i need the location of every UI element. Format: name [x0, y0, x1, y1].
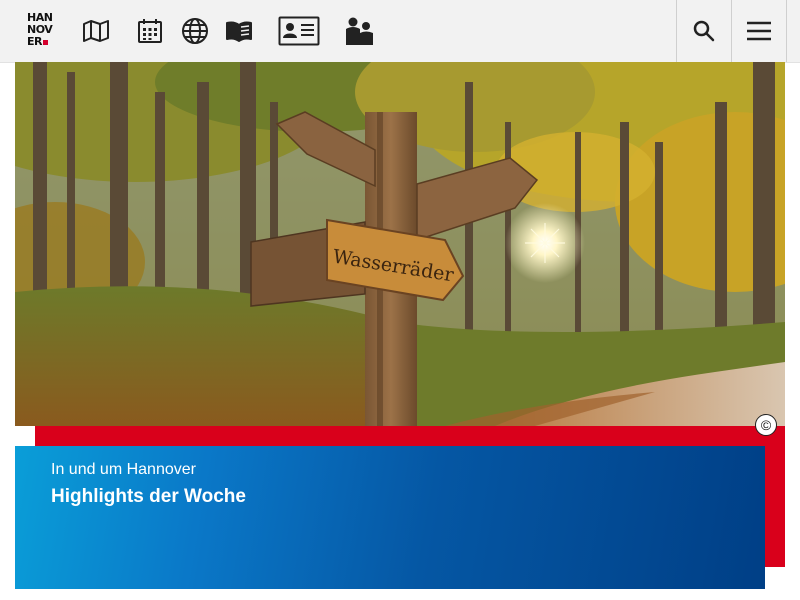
copyright-icon: ©	[760, 417, 772, 433]
site-header: HAN NOV ER	[0, 0, 800, 63]
search-button[interactable]	[676, 0, 731, 62]
card-kicker: In und um Hannover	[51, 461, 196, 478]
calendar-icon[interactable]	[136, 14, 164, 48]
hero-image: Wasserräder	[15, 62, 785, 426]
globe-icon[interactable]	[180, 14, 210, 48]
menu-icon	[747, 21, 771, 41]
id-card-icon[interactable]	[277, 14, 321, 48]
map-icon[interactable]	[82, 14, 110, 48]
people-icon[interactable]	[342, 14, 376, 48]
menu-button[interactable]	[731, 0, 787, 62]
book-icon[interactable]	[225, 14, 253, 48]
logo-accent-dot	[42, 40, 48, 45]
logo-line-3: ER	[27, 35, 42, 48]
hannover-logo[interactable]: HAN NOV ER	[27, 12, 55, 50]
copyright-button[interactable]: ©	[755, 414, 777, 436]
card-title[interactable]: Highlights der Woche	[51, 486, 246, 508]
highlights-card[interactable]: In und um Hannover Highlights der Woche	[15, 446, 765, 589]
search-icon	[693, 20, 715, 42]
